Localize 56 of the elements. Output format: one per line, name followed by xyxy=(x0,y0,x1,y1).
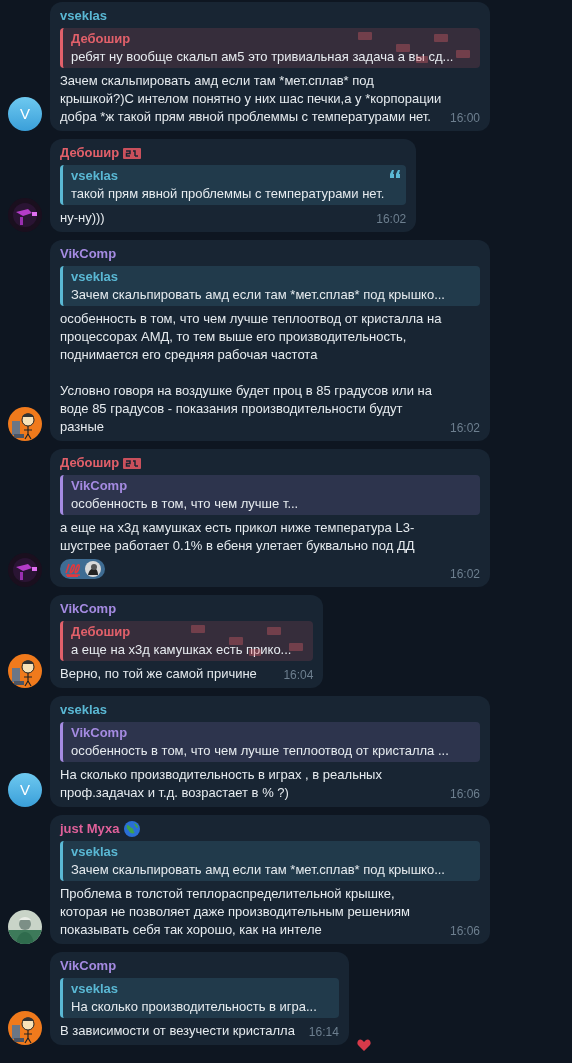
message-text: На сколько производительность в играх , в реальных проф.задачах и т.д. возрастает в % ?) xyxy=(60,766,383,802)
reactor-avatar-icon xyxy=(85,561,101,577)
reply-quote[interactable]: VikComp особенность в том, что чем лучше т... xyxy=(60,475,480,515)
reply-text: Зачем скальпировать амд если там *мет.сплав* под крышко... xyxy=(71,286,446,304)
sender-name[interactable]: VikComp xyxy=(60,600,117,618)
message-time: 16:02 xyxy=(376,211,407,227)
message-time: 16:04 xyxy=(283,667,314,683)
reply-text: На сколько производительность в игра... xyxy=(71,998,317,1016)
message-time: 16:02 xyxy=(449,566,480,582)
reply-author: Дебошир xyxy=(71,30,131,48)
message-text: ну-ну))) xyxy=(60,209,106,227)
reply-text: такой прям явной проблеммы с температурами нет. xyxy=(71,185,385,203)
reply-author: vseklas xyxy=(71,167,118,185)
message-time: 16:00 xyxy=(449,110,480,126)
sender-name[interactable]: Дебошир xyxy=(60,144,120,162)
reply-author: vseklas xyxy=(71,268,118,286)
message-text: Проблема в толстой теплораспределительной крышке, которая не позволяет даже производительным решениям показывать себя так хорошо, как на интеле xyxy=(60,885,411,939)
reply-text: а еще на х3д камушках есть прико... xyxy=(71,641,292,659)
message-text: Зачем скальпировать амд если там *мет.сплав* под крышкой?)С интелом понятно у них шас печки,а у *корпорации добра *ж такой прям явной проблеммы с температурами нет. xyxy=(60,72,442,126)
status-badge-icon xyxy=(123,146,142,160)
reply-text: особенность в том, что чем лучше теплоотвод от кристалла ... xyxy=(71,742,450,760)
reaction-chip[interactable] xyxy=(60,559,105,579)
sender-name[interactable]: VikComp xyxy=(60,245,117,263)
sender-name[interactable]: VikComp xyxy=(60,957,117,975)
reply-author: vseklas xyxy=(71,843,118,861)
message-text: а еще на х3д камушках есть прикол ниже температура L3- шустрее работает 0.1% в ебеня улетает буквально под ДД xyxy=(60,519,416,555)
message-text: Условно говоря на воздушке будет проц в 85 градусов или на воде 85 градусов - показания производительности будут разные xyxy=(60,382,433,436)
heart-reaction-icon[interactable] xyxy=(356,1039,371,1051)
message-time: 16:14 xyxy=(308,1024,339,1040)
message-time: 16:02 xyxy=(449,420,480,436)
reply-text: ребят ну вообще скальп ам5 это тривиальная задача а вы сд... xyxy=(71,48,455,66)
sender-name[interactable]: vseklas xyxy=(60,7,107,25)
message-time: 16:06 xyxy=(449,923,480,939)
globe-icon xyxy=(123,820,142,838)
reply-text: особенность в том, что чем лучше т... xyxy=(71,495,300,513)
hundred-points-icon xyxy=(64,561,82,577)
message-text: Верно, по той же самой причине xyxy=(60,665,258,683)
reply-author: Дебошир xyxy=(71,623,131,641)
reply-quote[interactable]: VikComp особенность в том, что чем лучше теплоотвод от кристалла ... xyxy=(60,722,480,762)
reply-quote[interactable]: vseklas такой прям явной проблеммы с температурами нет. xyxy=(60,165,407,205)
sender-name[interactable]: vseklas xyxy=(60,701,107,719)
reply-quote[interactable]: vseklas На сколько производительность в игра... xyxy=(60,978,339,1018)
message-text: В зависимости от везучести кристалла xyxy=(60,1022,296,1040)
reply-author: vseklas xyxy=(71,980,118,998)
message-text: особенность в том, что чем лучше теплоотвод от кристалла на процессорах АМД, то тем выше его производительность, поднимается его средняя рабочая частота xyxy=(60,310,442,364)
reply-quote[interactable]: vseklas Зачем скальпировать амд если там *мет.сплав* под крышко... xyxy=(60,841,480,881)
message-time: 16:06 xyxy=(449,786,480,802)
sender-name[interactable]: Дебошир xyxy=(60,454,120,472)
sender-name[interactable]: just Муха xyxy=(60,820,120,838)
reply-author: VikComp xyxy=(71,477,128,495)
reply-quote[interactable]: Дебошир ребят ну вообще скальп ам5 это тривиальная задача а вы сд... xyxy=(60,28,480,68)
reply-author: VikComp xyxy=(71,724,128,742)
status-badge-icon xyxy=(123,456,142,470)
reply-quote[interactable]: Дебошир а еще на х3д камушках есть прико... xyxy=(60,621,314,661)
reply-quote[interactable]: vseklas Зачем скальпировать амд если там *мет.сплав* под крышко... xyxy=(60,266,480,306)
reply-text: Зачем скальпировать амд если там *мет.сплав* под крышко... xyxy=(71,861,446,879)
